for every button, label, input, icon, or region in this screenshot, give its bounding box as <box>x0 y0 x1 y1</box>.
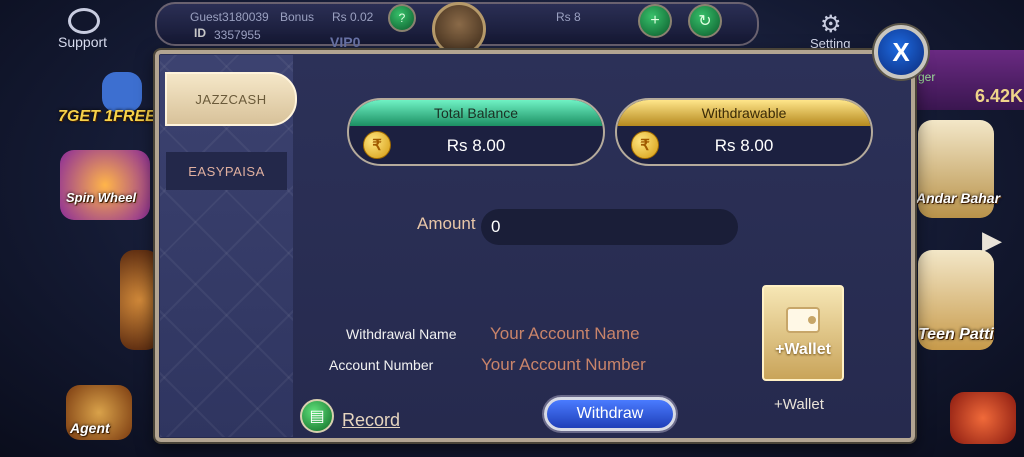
balance-value: Rs 8 <box>556 10 581 24</box>
add-wallet-caption: +Wallet <box>774 396 824 413</box>
withdrawable-card: Withdrawable ₹ Rs 8.00 <box>615 98 873 166</box>
total-balance-title: Total Balance <box>349 100 603 126</box>
bonus-value: Rs 0.02 <box>332 10 374 24</box>
bottom-right-game[interactable] <box>950 392 1016 444</box>
guest-name: Guest3180039 <box>190 10 269 24</box>
gear-icon[interactable]: ⚙ <box>820 10 842 39</box>
jackpot-value: 6.42K <box>975 86 1024 106</box>
amount-input[interactable] <box>481 209 738 245</box>
bonus-refresh-icon[interactable]: ? <box>388 4 416 32</box>
menu-grid-icon[interactable] <box>102 72 142 112</box>
tab-jazzcash[interactable]: JAZZCASH <box>165 72 297 126</box>
coin-icon: ₹ <box>363 131 391 159</box>
account-number-label: Account Number <box>329 357 434 373</box>
add-wallet-button[interactable]: +Wallet <box>762 285 844 381</box>
avatar[interactable] <box>432 2 486 56</box>
record-link[interactable]: Record <box>342 410 400 431</box>
support-icon[interactable] <box>68 8 100 34</box>
jackpot-label: ger <box>918 70 936 84</box>
total-balance-value: Rs 8.00 <box>446 136 506 155</box>
wallet-icon <box>786 307 820 333</box>
total-balance-card: Total Balance ₹ Rs 8.00 <box>347 98 605 166</box>
withdrawable-title: Withdrawable <box>617 100 871 126</box>
id-value: 3357955 <box>214 28 261 42</box>
withdraw-button[interactable]: Withdraw <box>544 397 676 431</box>
agent-label[interactable]: Agent <box>70 420 110 436</box>
withdrawable-value: Rs 8.00 <box>714 136 774 155</box>
record-icon[interactable]: ▤ <box>300 399 334 433</box>
add-wallet-button-label: +Wallet <box>775 341 831 358</box>
setting-label[interactable]: Setting <box>810 36 850 51</box>
spin-wheel-game[interactable] <box>60 150 150 220</box>
teen-patti-label[interactable]: Teen Patti <box>918 326 994 344</box>
refresh-icon[interactable]: ↻ <box>688 4 722 38</box>
amount-label: Amount <box>417 214 476 233</box>
tab-easypaisa[interactable]: EASYPAISA <box>166 152 287 190</box>
side-game-tile[interactable] <box>120 250 160 350</box>
promo-label[interactable]: 7GET 1FREE <box>58 108 156 126</box>
account-number-field[interactable]: Your Account Number <box>481 355 646 375</box>
support-label[interactable]: Support <box>58 34 107 50</box>
close-button[interactable]: X <box>874 25 928 79</box>
add-balance-icon[interactable]: + <box>638 4 672 38</box>
spin-wheel-label[interactable]: Spin Wheel <box>66 190 136 205</box>
bonus-label: Bonus <box>280 10 315 24</box>
andar-bahar-label[interactable]: Andar Bahar <box>916 190 1000 206</box>
vip-label: VIP0 <box>330 34 361 50</box>
id-label: ID <box>194 26 206 40</box>
withdrawal-name-field[interactable]: Your Account Name <box>490 324 640 344</box>
withdrawal-name-label: Withdrawal Name <box>346 326 457 342</box>
coin-icon: ₹ <box>631 131 659 159</box>
